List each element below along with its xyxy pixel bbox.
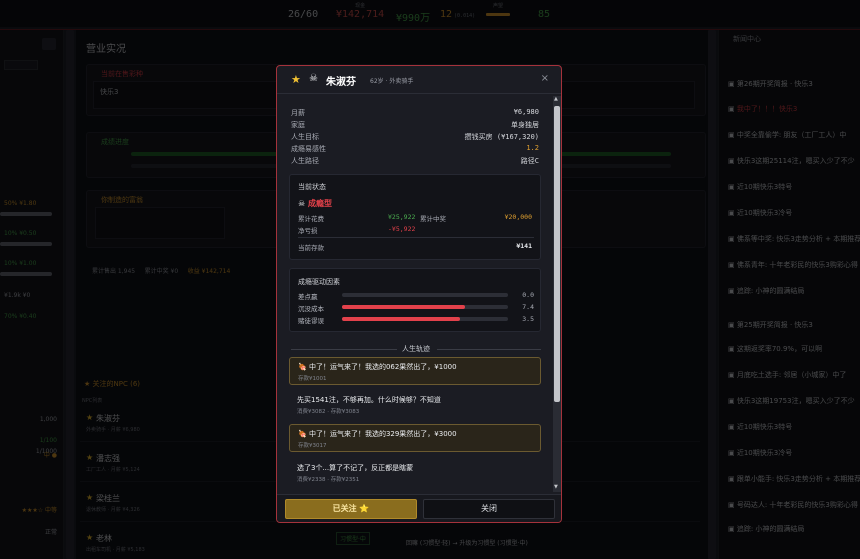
savings-label: 当前存款	[298, 244, 324, 252]
npc-detail-modal: ★ ☠ 朱淑芬 62岁 · 外卖骑手 × 月薪 ¥6,980 家庭 单身独居 人生目…	[276, 65, 562, 523]
life-track-title: 人生轨迹	[402, 345, 430, 353]
event-text: 🍖 中了！运气来了！我选的062果然出了，¥1000	[298, 363, 457, 371]
scroll-down-icon[interactable]: ▼	[554, 484, 558, 490]
info-value: 路径C	[520, 157, 539, 165]
info-key: 家庭	[291, 121, 305, 129]
loss-value: -¥5,922	[388, 225, 416, 233]
life-event: 🍖 中了！运气来了！我选的062果然出了，¥1000 存款¥1001	[289, 357, 541, 385]
divider	[298, 237, 534, 238]
event-sub: 消费¥3082 · 存款¥3083	[297, 409, 360, 415]
modal-header: ★ ☠ 朱淑芬 62岁 · 外卖骑手 ×	[277, 66, 561, 94]
info-key: 月薪	[291, 109, 305, 117]
close-icon[interactable]: ×	[541, 73, 549, 84]
info-value: ¥6,980	[513, 108, 539, 116]
follow-button[interactable]: 已关注 ⭐	[285, 499, 417, 519]
factor-row: 沉没成本 7.4	[298, 303, 534, 313]
factor-label: 沉没成本	[298, 305, 324, 313]
star-icon[interactable]: ★	[291, 73, 301, 86]
info-row: 成瘾易感性 1.2	[291, 144, 539, 154]
factor-row: 差点赢 0.0	[298, 291, 534, 301]
modal-content[interactable]: 月薪 ¥6,980 家庭 单身独居 人生目标 攒钱买房 (¥167,320) 成瘾易感…	[277, 95, 553, 493]
spend-value: ¥25,922	[388, 213, 416, 221]
win-label: 累计中奖	[420, 215, 446, 223]
factor-track	[342, 317, 508, 321]
divider	[291, 349, 397, 350]
info-value: 攒钱买房 (¥167,320)	[464, 133, 539, 141]
scroll-up-icon[interactable]: ▲	[554, 96, 558, 102]
savings-value: ¥141	[516, 242, 532, 250]
state-type: ☠ 成瘾型	[298, 198, 332, 209]
state-type-text: 成瘾型	[307, 199, 332, 208]
state-title: 当前状态	[298, 183, 326, 191]
info-row: 月薪 ¥6,980	[291, 108, 539, 118]
factors-box: 成瘾驱动因素 差点赢 0.0 沉没成本 7.4 赌徒谬误 3.5	[289, 268, 541, 332]
close-button[interactable]: 关闭	[423, 499, 555, 519]
factor-fill	[342, 305, 465, 309]
factor-track	[342, 293, 508, 297]
event-sub: 消费¥2338 · 存款¥2351	[297, 477, 360, 483]
factor-value: 0.0	[522, 291, 534, 299]
divider	[437, 349, 541, 350]
factor-label: 差点赢	[298, 293, 318, 301]
info-row: 家庭 单身独居	[291, 120, 539, 130]
factor-label: 赌徒谬误	[298, 317, 324, 325]
modal-footer: 已关注 ⭐ 关闭	[277, 494, 561, 522]
life-event: 先买1541注，不够再加。什么时候够？不知道 消费¥3082 · 存款¥3083	[289, 391, 541, 419]
skull-icon: ☠	[309, 73, 318, 84]
npc-meta: 62岁 · 外卖骑手	[370, 78, 414, 85]
factor-value: 3.5	[522, 315, 534, 323]
factor-fill	[342, 317, 460, 321]
skull-icon: ☠	[298, 199, 306, 208]
event-sub: 存款¥3017	[298, 443, 327, 449]
info-key: 成瘾易感性	[291, 145, 326, 153]
factor-row: 赌徒谬误 3.5	[298, 315, 534, 325]
factor-value: 7.4	[522, 303, 534, 311]
spend-label: 累计花费	[298, 215, 324, 223]
factor-track	[342, 305, 508, 309]
win-value: ¥20,000	[504, 213, 532, 221]
life-event: 选了3个...算了不记了，反正都是瞎蒙 消费¥2338 · 存款¥2351	[289, 459, 541, 487]
event-text: 选了3个...算了不记了，反正都是瞎蒙	[297, 464, 414, 472]
info-value: 1.2	[526, 144, 539, 152]
info-key: 人生路径	[291, 157, 319, 165]
event-sub: 存款¥1001	[298, 376, 327, 382]
state-box: 当前状态 ☠ 成瘾型 累计花费 ¥25,922 累计中奖 ¥20,000 净亏损…	[289, 174, 541, 260]
info-row: 人生目标 攒钱买房 (¥167,320)	[291, 132, 539, 142]
factors-title: 成瘾驱动因素	[298, 278, 340, 286]
loss-label: 净亏损	[298, 227, 318, 235]
npc-name: 朱淑芬	[326, 77, 356, 88]
info-key: 人生目标	[291, 133, 319, 141]
modal-scroll-thumb[interactable]	[554, 106, 560, 402]
info-row: 人生路径 路径C	[291, 156, 539, 166]
life-event: 🍖 中了！运气来了！我选的329果然出了，¥3000 存款¥3017	[289, 424, 541, 452]
event-text: 🍖 中了！运气来了！我选的329果然出了，¥3000	[298, 430, 457, 438]
info-value: 单身独居	[511, 121, 539, 129]
event-text: 先买1541注，不够再加。什么时候够？不知道	[297, 396, 441, 404]
